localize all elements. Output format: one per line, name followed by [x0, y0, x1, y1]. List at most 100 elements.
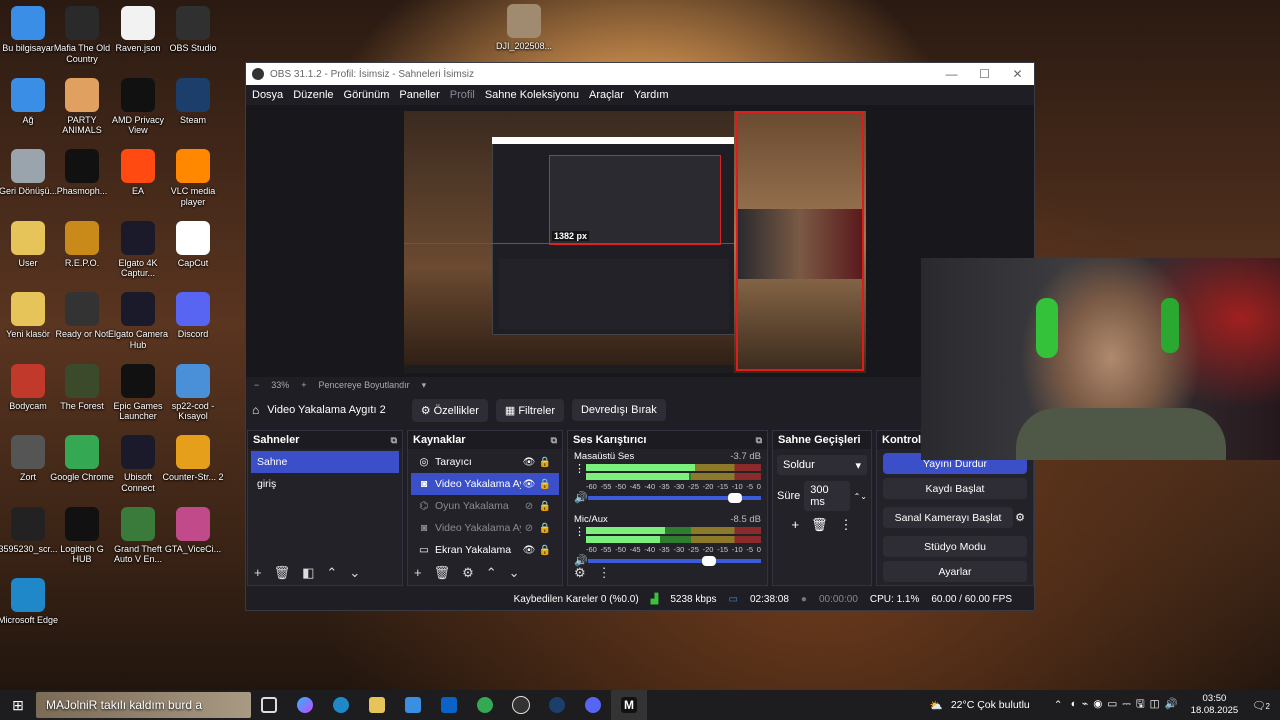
undock-icon[interactable]: ⧉	[391, 435, 397, 446]
more-icon[interactable]: ⋮	[840, 517, 853, 533]
lock-icon[interactable]: 🔒	[537, 479, 553, 490]
trash-icon[interactable]: 🗑	[434, 565, 451, 581]
more-icon[interactable]: ⋮	[574, 462, 585, 475]
tray-icons[interactable]: ◐⌁◉▭⎓🖫◫🔊	[1071, 696, 1183, 714]
source-item[interactable]: ◙ Video Yakalama Ay ⊘ 🔒	[411, 517, 559, 539]
clock[interactable]: 03:50 18.08.2025	[1191, 693, 1239, 717]
menu-araclar[interactable]: Araçlar	[589, 89, 624, 101]
transition-select[interactable]: Soldur ▾	[777, 455, 867, 475]
add-icon[interactable]: +	[414, 565, 422, 581]
eye-off-icon[interactable]: ⊘	[521, 501, 537, 512]
desktop-icon[interactable]: The Forest	[50, 363, 114, 412]
notification-icon[interactable]: 🗨2	[1252, 699, 1270, 712]
menu-gorunum[interactable]: Görünüm	[344, 89, 390, 101]
add-icon[interactable]: +	[254, 565, 262, 581]
properties-button[interactable]: ⚙ Özellikler	[411, 398, 488, 422]
lock-icon[interactable]: 🔒	[537, 457, 553, 468]
volume-slider[interactable]	[588, 555, 761, 566]
desktop-icon[interactable]: sp22-cod - Kısayol	[161, 363, 225, 422]
desktop-icon[interactable]: Phasmoph...	[50, 149, 114, 197]
move-down-icon[interactable]: ⌄	[509, 565, 520, 581]
desktop-icon[interactable]: Discord	[161, 292, 225, 340]
start-recording-button[interactable]: Kaydı Başlat	[883, 478, 1027, 499]
outlook-icon[interactable]	[431, 690, 467, 720]
speaker-icon[interactable]: 🔊	[574, 491, 588, 504]
duration-stepper[interactable]: ⌃⌄	[854, 492, 867, 501]
studio-mode-button[interactable]: Stüdyo Modu	[883, 536, 1027, 557]
deactivate-button[interactable]: Devredışı Bırak	[571, 399, 666, 421]
file-explorer-icon[interactable]	[359, 690, 395, 720]
scene-item[interactable]: giriş	[251, 473, 399, 495]
more-icon[interactable]: ⋮	[598, 565, 611, 581]
preview-canvas[interactable]: 1382 px	[404, 111, 866, 373]
desktop-icon[interactable]: Ready or Not	[50, 292, 114, 340]
menu-sahne-koleksiyonu[interactable]: Sahne Koleksiyonu	[485, 89, 579, 101]
lock-icon[interactable]: 🔒	[537, 523, 553, 534]
menu-dosya[interactable]: Dosya	[252, 89, 283, 101]
desktop-icon[interactable]: DJI_202508...	[492, 4, 556, 52]
chevron-up-icon[interactable]: ⌃	[1054, 699, 1063, 711]
desktop-icon[interactable]: Google Chrome	[50, 435, 114, 483]
lock-icon[interactable]: 🔒	[537, 501, 553, 512]
source-item[interactable]: ⌬ Oyun Yakalama ⊘ 🔒	[411, 495, 559, 517]
obs-icon[interactable]	[503, 690, 539, 720]
duration-input[interactable]: 300 ms	[804, 481, 850, 511]
undock-icon[interactable]: ⧉	[756, 435, 762, 446]
menu-duzenle[interactable]: Düzenle	[293, 89, 333, 101]
menu-yardim[interactable]: Yardım	[634, 89, 669, 101]
trash-icon[interactable]: 🗑	[274, 565, 291, 581]
settings-button[interactable]: Ayarlar	[883, 561, 1027, 582]
desktop-icon[interactable]: OBS Studio	[161, 6, 225, 54]
desktop-icon[interactable]: Logitech G HUB	[50, 506, 114, 565]
gear-icon[interactable]: ⚙	[462, 565, 474, 581]
discord-icon[interactable]	[575, 690, 611, 720]
menu-paneller[interactable]: Paneller	[399, 89, 439, 101]
store-icon[interactable]	[395, 690, 431, 720]
move-up-icon[interactable]: ⌃	[486, 565, 497, 581]
move-down-icon[interactable]: ⌄	[349, 565, 360, 581]
desktop-icon[interactable]: Mafia The Old Country	[50, 6, 114, 64]
desktop-icon[interactable]: PARTY ANIMALS	[50, 77, 114, 136]
eye-icon[interactable]: 👁	[521, 545, 537, 556]
edge-icon[interactable]	[323, 690, 359, 720]
eye-off-icon[interactable]: ⊘	[521, 523, 537, 534]
mafia-icon[interactable]: M	[611, 690, 647, 720]
preview-area[interactable]: 1382 px	[246, 105, 1034, 377]
more-icon[interactable]: ⋮	[574, 525, 585, 538]
chrome-icon[interactable]	[467, 690, 503, 720]
volume-slider[interactable]	[588, 492, 761, 503]
scene-item[interactable]: Sahne	[251, 451, 399, 473]
undock-icon[interactable]: ⧉	[551, 435, 557, 446]
source-item[interactable]: ▭ Ekran Yakalama 👁 🔒	[411, 539, 559, 561]
desktop-icon[interactable]: GTA_ViceCi...	[161, 506, 225, 555]
filters-button[interactable]: ▦ Filtreler	[495, 398, 564, 422]
move-up-icon[interactable]: ⌃	[326, 565, 337, 581]
copilot-icon[interactable]	[287, 690, 323, 720]
start-virtual-camera-button[interactable]: Sanal Kamerayı Başlat	[883, 507, 1014, 528]
search-box[interactable]: MAJolniR takılı kaldım burd a	[36, 692, 251, 718]
filter-icon[interactable]: ◧	[302, 565, 314, 581]
desktop-icon[interactable]: Microsoft Edge	[0, 578, 60, 626]
zoom-in-button[interactable]: +	[301, 380, 306, 390]
close-button[interactable]: ✕	[1001, 67, 1034, 81]
desktop-icon[interactable]: CapCut	[161, 220, 225, 269]
zoom-out-button[interactable]: −	[254, 380, 259, 390]
gear-icon[interactable]: ⚙	[1015, 511, 1025, 524]
weather-icon[interactable]: ⛅	[930, 699, 943, 712]
fit-to-window-label[interactable]: Pencereye Boyutlandır	[319, 380, 410, 390]
trash-icon[interactable]: 🗑	[811, 517, 828, 533]
desktop-icon[interactable]: Counter-Str... 2	[161, 435, 225, 483]
source-item[interactable]: ◎ Tarayıcı 👁 🔒	[411, 451, 559, 473]
menu-profil[interactable]: Profil	[450, 89, 475, 101]
steam-icon[interactable]	[539, 690, 575, 720]
source-item[interactable]: ◙ Video Yakalama Ay 👁 🔒	[411, 473, 559, 495]
weather-text[interactable]: 22°C Çok bulutlu	[951, 699, 1030, 711]
desktop-icon[interactable]: R.E.P.O.	[50, 220, 114, 269]
lock-icon[interactable]: 🔒	[537, 545, 553, 556]
minimize-button[interactable]: —	[935, 67, 968, 81]
advanced-audio-icon[interactable]: ⚙	[574, 565, 586, 581]
task-view-icon[interactable]	[251, 690, 287, 720]
selection-box[interactable]	[736, 111, 864, 371]
windows-start-icon[interactable]: ⊞	[0, 697, 36, 714]
desktop-icon[interactable]: Steam	[161, 77, 225, 126]
